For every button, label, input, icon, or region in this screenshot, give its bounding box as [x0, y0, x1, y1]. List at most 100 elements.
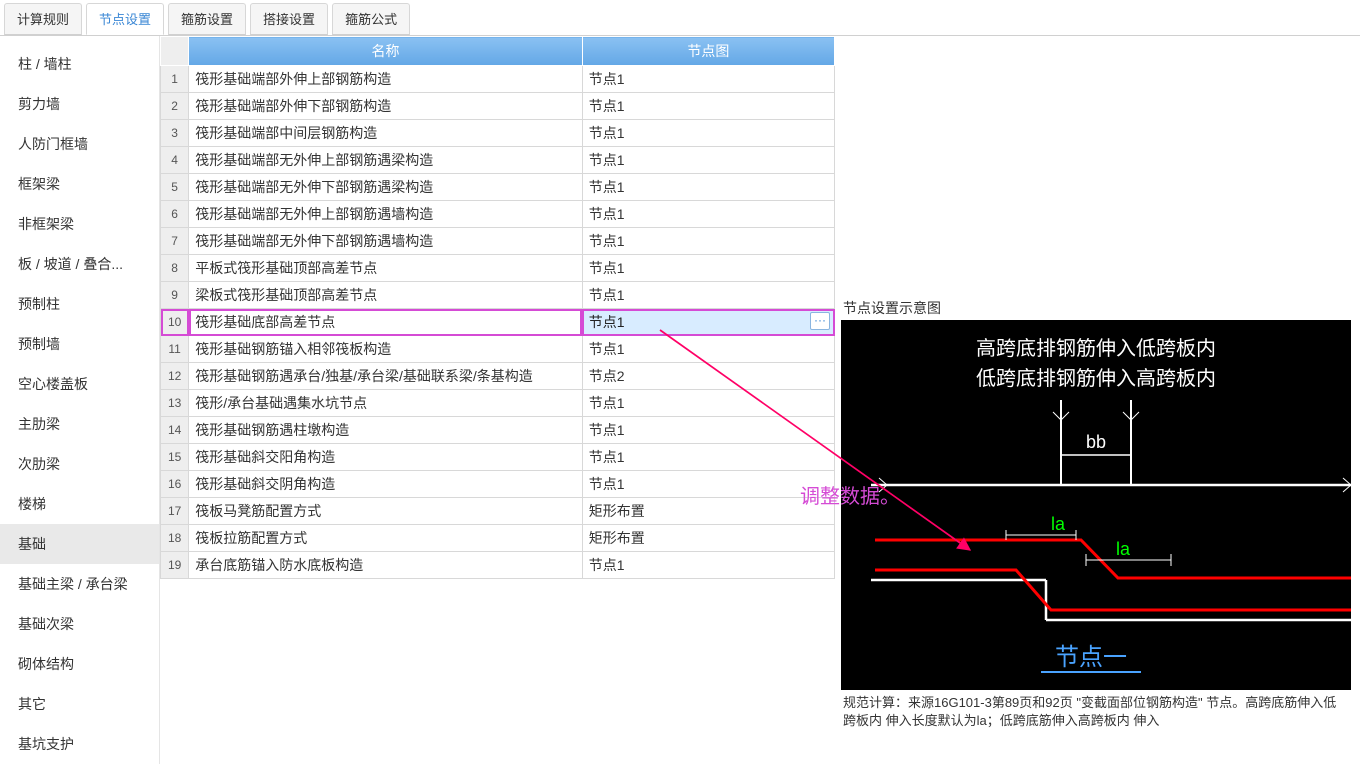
row-number: 9: [161, 282, 189, 309]
row-node[interactable]: 节点1: [582, 417, 834, 444]
sidebar-item[interactable]: 楼梯: [0, 484, 159, 524]
diagram-panel: 节点设置示意图 高跨底排钢筋伸入低跨板内 低跨底排钢筋伸入高跨板内 bb: [841, 296, 1360, 730]
row-name[interactable]: 筏形基础端部无外伸上部钢筋遇墙构造: [189, 201, 583, 228]
sidebar-item[interactable]: 主肋梁: [0, 404, 159, 444]
row-number: 7: [161, 228, 189, 255]
node-table: 名称 节点图 1筏形基础端部外伸上部钢筋构造节点12筏形基础端部外伸下部钢筋构造…: [160, 36, 835, 579]
row-number: 12: [161, 363, 189, 390]
row-number: 6: [161, 201, 189, 228]
tab-lap-settings[interactable]: 搭接设置: [250, 3, 328, 35]
svg-text:la: la: [1051, 514, 1066, 534]
sidebar-item[interactable]: 基础: [0, 524, 159, 564]
sidebar-item[interactable]: 板 / 坡道 / 叠合...: [0, 244, 159, 284]
row-node[interactable]: 节点1: [582, 444, 834, 471]
tab-calc-rule[interactable]: 计算规则: [4, 3, 82, 35]
row-name[interactable]: 筏形基础端部无外伸下部钢筋遇墙构造: [189, 228, 583, 255]
row-node[interactable]: 节点2: [582, 363, 834, 390]
sidebar-item[interactable]: 柱 / 墙柱: [0, 44, 159, 84]
row-number: 1: [161, 66, 189, 93]
row-node[interactable]: 节点1: [582, 201, 834, 228]
sidebar-item[interactable]: 砌体结构: [0, 644, 159, 684]
row-node[interactable]: 节点1: [582, 255, 834, 282]
row-name[interactable]: 筏形基础钢筋遇承台/独基/承台梁/基础联系梁/条基构造: [189, 363, 583, 390]
sidebar-item[interactable]: 次肋梁: [0, 444, 159, 484]
table-row[interactable]: 17筏板马凳筋配置方式矩形布置: [161, 498, 835, 525]
diagram-line1: 高跨底排钢筋伸入低跨板内: [976, 337, 1216, 360]
row-number: 5: [161, 174, 189, 201]
row-node[interactable]: 节点1···: [582, 309, 834, 336]
table-row[interactable]: 13筏形/承台基础遇集水坑节点节点1: [161, 390, 835, 417]
row-name[interactable]: 筏形基础斜交阴角构造: [189, 471, 583, 498]
sidebar-item[interactable]: 空心楼盖板: [0, 364, 159, 404]
row-number: 16: [161, 471, 189, 498]
row-name[interactable]: 筏形/承台基础遇集水坑节点: [189, 390, 583, 417]
tab-stirrup-settings[interactable]: 箍筋设置: [168, 3, 246, 35]
row-name[interactable]: 筏板拉筋配置方式: [189, 525, 583, 552]
table-row[interactable]: 18筏板拉筋配置方式矩形布置: [161, 525, 835, 552]
row-number: 8: [161, 255, 189, 282]
row-node[interactable]: 节点1: [582, 120, 834, 147]
row-number: 17: [161, 498, 189, 525]
sidebar-item[interactable]: 剪力墙: [0, 84, 159, 124]
row-node[interactable]: 节点1: [582, 147, 834, 174]
table-row[interactable]: 7筏形基础端部无外伸下部钢筋遇墙构造节点1: [161, 228, 835, 255]
diagram-title: 节点设置示意图: [841, 296, 1360, 320]
row-node[interactable]: 矩形布置: [582, 498, 834, 525]
row-node[interactable]: 节点1: [582, 66, 834, 93]
row-number: 3: [161, 120, 189, 147]
row-number: 19: [161, 552, 189, 579]
row-name[interactable]: 筏形基础钢筋遇柱墩构造: [189, 417, 583, 444]
row-name[interactable]: 筏形基础斜交阳角构造: [189, 444, 583, 471]
table-row[interactable]: 9梁板式筏形基础顶部高差节点节点1: [161, 282, 835, 309]
row-name[interactable]: 筏形基础端部外伸下部钢筋构造: [189, 93, 583, 120]
row-name[interactable]: 筏形基础底部高差节点: [189, 309, 583, 336]
row-name[interactable]: 筏板马凳筋配置方式: [189, 498, 583, 525]
row-node[interactable]: 节点1: [582, 282, 834, 309]
table-row[interactable]: 12筏形基础钢筋遇承台/独基/承台梁/基础联系梁/条基构造节点2: [161, 363, 835, 390]
row-name[interactable]: 承台底筋锚入防水底板构造: [189, 552, 583, 579]
row-node[interactable]: 节点1: [582, 228, 834, 255]
sidebar-item[interactable]: 人防门框墙: [0, 124, 159, 164]
table-row[interactable]: 15筏形基础斜交阳角构造节点1: [161, 444, 835, 471]
row-name[interactable]: 筏形基础钢筋锚入相邻筏板构造: [189, 336, 583, 363]
row-name[interactable]: 筏形基础端部外伸上部钢筋构造: [189, 66, 583, 93]
table-row[interactable]: 10筏形基础底部高差节点节点1···: [161, 309, 835, 336]
sidebar-item[interactable]: 基坑支护: [0, 724, 159, 764]
sidebar-item[interactable]: 框架梁: [0, 164, 159, 204]
row-node[interactable]: 节点1: [582, 93, 834, 120]
row-node[interactable]: 节点1: [582, 336, 834, 363]
rownum-header: [161, 37, 189, 66]
table-row[interactable]: 8平板式筏形基础顶部高差节点节点1: [161, 255, 835, 282]
table-row[interactable]: 1筏形基础端部外伸上部钢筋构造节点1: [161, 66, 835, 93]
ellipsis-button[interactable]: ···: [810, 312, 830, 330]
row-number: 11: [161, 336, 189, 363]
table-row[interactable]: 16筏形基础斜交阴角构造节点1: [161, 471, 835, 498]
row-name[interactable]: 筏形基础端部中间层钢筋构造: [189, 120, 583, 147]
table-row[interactable]: 5筏形基础端部无外伸下部钢筋遇梁构造节点1: [161, 174, 835, 201]
row-number: 2: [161, 93, 189, 120]
sidebar-item[interactable]: 基础次梁: [0, 604, 159, 644]
sidebar-item[interactable]: 其它: [0, 684, 159, 724]
table-row[interactable]: 14筏形基础钢筋遇柱墩构造节点1: [161, 417, 835, 444]
row-name[interactable]: 筏形基础端部无外伸上部钢筋遇梁构造: [189, 147, 583, 174]
row-node[interactable]: 节点1: [582, 174, 834, 201]
table-row[interactable]: 11筏形基础钢筋锚入相邻筏板构造节点1: [161, 336, 835, 363]
sidebar-item[interactable]: 预制柱: [0, 284, 159, 324]
tab-stirrup-formula[interactable]: 箍筋公式: [332, 3, 410, 35]
row-node[interactable]: 节点1: [582, 390, 834, 417]
table-row[interactable]: 19承台底筋锚入防水底板构造节点1: [161, 552, 835, 579]
table-row[interactable]: 2筏形基础端部外伸下部钢筋构造节点1: [161, 93, 835, 120]
sidebar-item[interactable]: 基础主梁 / 承台梁: [0, 564, 159, 604]
tab-node-settings[interactable]: 节点设置: [86, 3, 164, 35]
row-name[interactable]: 筏形基础端部无外伸下部钢筋遇梁构造: [189, 174, 583, 201]
row-name[interactable]: 平板式筏形基础顶部高差节点: [189, 255, 583, 282]
table-row[interactable]: 4筏形基础端部无外伸上部钢筋遇梁构造节点1: [161, 147, 835, 174]
row-node[interactable]: 节点1: [582, 552, 834, 579]
sidebar-item[interactable]: 预制墙: [0, 324, 159, 364]
row-node[interactable]: 矩形布置: [582, 525, 834, 552]
table-row[interactable]: 6筏形基础端部无外伸上部钢筋遇墙构造节点1: [161, 201, 835, 228]
sidebar-item[interactable]: 非框架梁: [0, 204, 159, 244]
row-node[interactable]: 节点1: [582, 471, 834, 498]
table-row[interactable]: 3筏形基础端部中间层钢筋构造节点1: [161, 120, 835, 147]
row-name[interactable]: 梁板式筏形基础顶部高差节点: [189, 282, 583, 309]
